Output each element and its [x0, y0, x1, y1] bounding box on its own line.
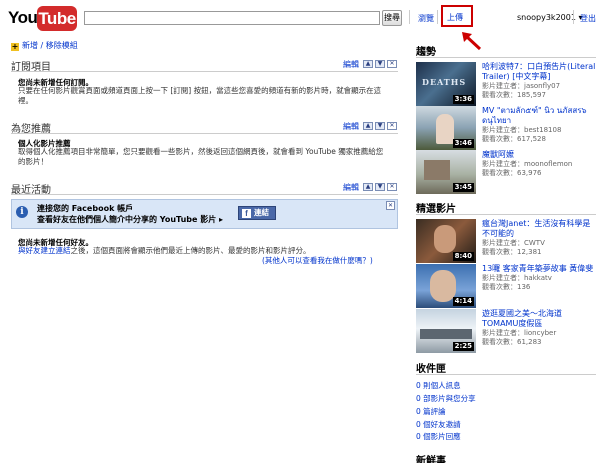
who-can-see-link[interactable]: (其他人可以查看我在做什麼嗎？): [262, 255, 373, 266]
video-uploader: 影片建立者：CWTV: [482, 239, 545, 247]
inbox-personal-messages-link[interactable]: 0 則個人訊息: [416, 380, 461, 391]
nav-divider: [437, 10, 438, 24]
facebook-connect-line1: 連接您的 Facebook 帳戶: [37, 204, 134, 213]
trending-video-3[interactable]: 3:45 魔獸阿嬤 影片建立者：moonoflemon 觀看次數：63,976: [416, 150, 596, 202]
video-thumbnail[interactable]: DEATHS 3:36: [416, 62, 476, 106]
nav-divider: [409, 10, 410, 24]
collapse-icon[interactable]: ▲: [363, 60, 373, 68]
divider: [11, 133, 398, 134]
expand-icon[interactable]: ▼: [375, 183, 385, 191]
search-button[interactable]: 搜尋: [382, 10, 402, 26]
inbox-title: 收件匣: [416, 364, 446, 375]
video-views: 觀看次數：136: [482, 283, 531, 291]
video-thumbnail[interactable]: 3:46: [416, 106, 476, 150]
recommended-edit-link[interactable]: 編輯: [343, 121, 359, 132]
collapse-icon[interactable]: ▲: [363, 183, 373, 191]
inbox-shared-videos-link[interactable]: 0 部影片與您分享: [416, 393, 476, 404]
video-title-link[interactable]: MV "ตามลัก๕ฑ์" นิว นภัสสร๖ ดนุไทยา: [482, 106, 596, 126]
facebook-connect-text: 連接您的 Facebook 帳戶 查看好友在他們個人簡介中分享的 YouTube…: [37, 203, 223, 225]
no-friends-description: 之後，這個頁面將會顯示他們最近上傳的影片、最愛的影片和影片評分。: [70, 246, 311, 255]
video-thumbnail[interactable]: 2:25: [416, 309, 476, 353]
video-duration: 2:25: [452, 342, 474, 351]
expand-icon[interactable]: ▼: [375, 122, 385, 130]
divider: [11, 71, 398, 72]
video-views: 觀看次數：63,976: [482, 169, 542, 177]
video-uploader: 影片建立者：lioncyber: [482, 329, 557, 337]
video-uploader: 影片建立者：hakkatv: [482, 274, 552, 282]
video-views: 觀看次數：185,597: [482, 91, 546, 99]
video-title-link[interactable]: 13囉 客家青年築夢故事 黃偉斐: [482, 264, 596, 274]
activity-controls: ▲ ▼ ✕: [363, 183, 397, 191]
expand-icon[interactable]: ▼: [375, 60, 385, 68]
whats-new-title: 新鮮事: [416, 456, 446, 463]
add-remove-modules-link[interactable]: + 新增 / 移除模組: [11, 40, 78, 51]
inbox-comments-link[interactable]: 0 篇評論: [416, 406, 446, 417]
connect-friends-link[interactable]: 與好友建立連結: [18, 246, 71, 255]
video-views: 觀看次數：617,528: [482, 135, 546, 143]
video-uploader: 影片建立者：moonoflemon: [482, 160, 573, 168]
recommended-text: 取得個人化推薦項目非常簡單，您只要觀看一些影片，然後返回這個網頁後，就會看到 Y…: [18, 147, 384, 166]
video-uploader: 影片建立者：best18108: [482, 126, 562, 134]
close-icon[interactable]: ✕: [387, 122, 397, 130]
video-thumbnail[interactable]: 4:14: [416, 264, 476, 308]
video-thumbnail[interactable]: 8:40: [416, 219, 476, 263]
divider: [416, 214, 596, 215]
featured-title: 精選影片: [416, 204, 456, 215]
activity-edit-link[interactable]: 編輯: [343, 182, 359, 193]
trending-title: 趨勢: [416, 47, 436, 58]
subscriptions-edit-link[interactable]: 編輯: [343, 59, 359, 70]
youtube-logo[interactable]: You Tube: [8, 6, 77, 32]
video-uploader: 影片建立者：jasonfly07: [482, 82, 561, 90]
video-views: 觀看次數：12,381: [482, 248, 542, 256]
video-duration: 3:46: [452, 139, 474, 148]
nav-divider: [573, 10, 574, 24]
logo-tube-text: Tube: [37, 6, 77, 31]
video-title-link[interactable]: 哈利波特7：口白預告片(Literal Trailer) [中文字幕]: [482, 62, 596, 82]
info-icon: i: [16, 206, 28, 218]
facebook-icon: f: [242, 209, 251, 218]
facebook-connect-line2[interactable]: 查看好友在他們個人簡介中分享的 YouTube 影片 ▸: [37, 214, 223, 225]
video-views: 觀看次數：61,283: [482, 338, 542, 346]
video-title-link[interactable]: 遊逛夏國之美～北海道TOMAMU度假區: [482, 309, 596, 329]
close-icon[interactable]: ✕: [387, 60, 397, 68]
search-input[interactable]: [84, 11, 380, 25]
subscriptions-empty-text: 只要在任何影片觀賞頁面或頻道頁面上按一下 [訂閱] 按鈕，當這些您喜愛的頻道有新…: [18, 86, 382, 105]
video-duration: 3:36: [452, 95, 474, 104]
inbox-video-responses-link[interactable]: 0 個影片回應: [416, 431, 461, 442]
divider: [416, 374, 596, 375]
collapse-icon[interactable]: ▲: [363, 122, 373, 130]
nav-upload-link[interactable]: 上傳: [447, 12, 463, 23]
logout-link[interactable]: 登出: [580, 13, 596, 24]
recommended-controls: ▲ ▼ ✕: [363, 122, 397, 130]
nav-browse-link[interactable]: 瀏覽: [418, 13, 434, 24]
video-title-link[interactable]: 魔獸阿嬤: [482, 150, 596, 160]
logo-you-text: You: [8, 8, 38, 27]
red-arrow-icon: [462, 32, 482, 51]
divider: [11, 194, 398, 195]
video-thumbnail[interactable]: 3:45: [416, 150, 476, 194]
add-remove-label: 新增 / 移除模組: [22, 41, 78, 50]
inbox-friend-invites-link[interactable]: 0 個好友邀請: [416, 419, 461, 430]
video-title-link[interactable]: 瘋台灣Janet：生活沒有科學是不可能的: [482, 219, 596, 239]
plus-icon: +: [11, 42, 19, 51]
close-icon[interactable]: ✕: [387, 183, 397, 191]
close-icon[interactable]: ✕: [386, 201, 395, 210]
subscriptions-controls: ▲ ▼ ✕: [363, 60, 397, 68]
video-duration: 4:14: [452, 297, 474, 306]
video-duration: 8:40: [452, 252, 474, 261]
facebook-connect-label: 連結: [254, 208, 269, 217]
divider: [416, 57, 596, 58]
facebook-connect-button[interactable]: f 連結: [238, 206, 276, 220]
featured-video-3[interactable]: 2:25 遊逛夏國之美～北海道TOMAMU度假區 影片建立者：lioncyber…: [416, 309, 596, 361]
video-duration: 3:45: [452, 183, 474, 192]
